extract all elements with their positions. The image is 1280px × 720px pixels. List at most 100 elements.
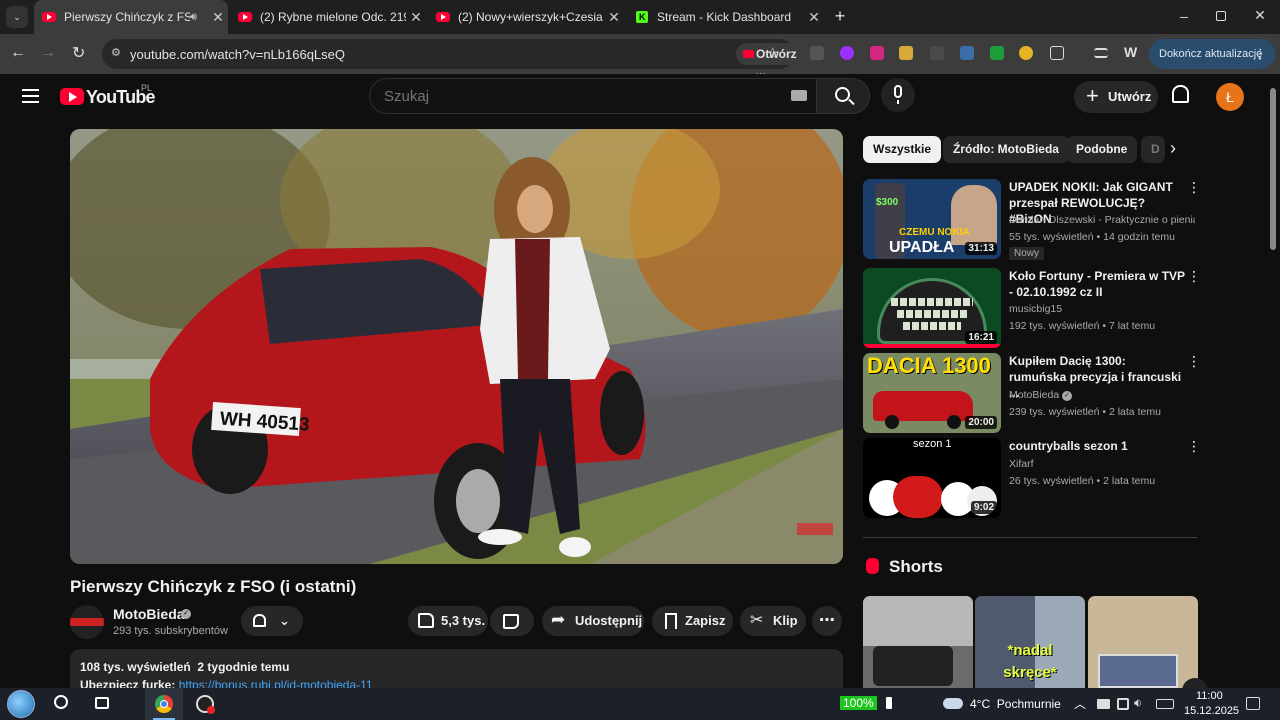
recommendation-channel[interactable]: musicbig15 — [1009, 303, 1195, 315]
recommendation-title[interactable]: Koło Fortuny - Premiera w TVP - 02.10.19… — [1009, 268, 1185, 300]
reload-icon[interactable]: ↻ — [72, 43, 85, 63]
task-view-icon[interactable] — [95, 697, 109, 709]
tab-kick-dashboard[interactable]: K Stream - Kick Dashboard ✕ — [628, 0, 824, 34]
recommendation-channel[interactable]: MotoBieda — [1009, 389, 1069, 401]
video-player[interactable]: WH 40513 — [70, 129, 843, 564]
site-info-icon[interactable]: ⚙ — [111, 46, 121, 59]
maximize-window-button[interactable] — [1216, 11, 1226, 21]
extension-shield-icon[interactable] — [870, 46, 884, 60]
dislike-button[interactable] — [490, 606, 534, 636]
chip-all[interactable]: Wszystkie — [863, 136, 942, 163]
chrome-taskbar-icon[interactable] — [145, 688, 183, 720]
short-thumbnail[interactable] — [863, 596, 973, 688]
short-thumbnail[interactable] — [1088, 596, 1198, 688]
video-thumbnail[interactable]: 16:21 — [863, 268, 1001, 348]
url-text[interactable]: youtube.com/watch?v=nLb166qLseQ — [130, 47, 345, 62]
keyboard-tray-icon[interactable] — [1156, 699, 1174, 709]
video-thumbnail[interactable]: DACIA 1300 20:00 — [863, 353, 1001, 433]
tab-rybne-mielone[interactable]: (2) Rybne mielone Odc. 219 #s ✕ — [230, 0, 426, 34]
extension-radiation-icon[interactable] — [810, 46, 824, 60]
recommendation-channel[interactable]: Xifarf — [1009, 458, 1195, 470]
chip-more[interactable]: D — [1141, 136, 1165, 163]
notifications-bell-icon[interactable] — [1172, 85, 1189, 103]
short-thumbnail[interactable]: *nadal skręce* — [975, 596, 1085, 688]
description-link[interactable]: https://bonus.rubi.pl/id-motobieda-11 — [179, 678, 373, 688]
keyboard-icon[interactable] — [791, 90, 807, 101]
close-tab-icon[interactable]: ✕ — [406, 9, 426, 26]
save-button[interactable]: Zapisz — [652, 606, 733, 636]
channel-name[interactable]: MotoBieda — [113, 606, 185, 622]
tab-nowy-wierszyk[interactable]: (2) Nowy+wierszyk+Czesia xvid ✕ — [428, 0, 624, 34]
avatar[interactable]: Ł — [1216, 83, 1244, 111]
recommendation-item[interactable]: DACIA 1300 20:00 Kupiłem Dacię 1300: rum… — [863, 353, 1201, 433]
create-button[interactable]: + Utwórz — [1074, 81, 1158, 113]
chip-related[interactable]: Podobne — [1066, 136, 1138, 163]
like-button[interactable]: 5,3 tys. — [408, 606, 488, 636]
description-box[interactable]: 108 tys. wyświetleń 2 tygodnie temu Ubez… — [70, 649, 843, 688]
tab-search-button[interactable]: ⌄ — [6, 6, 28, 28]
battery-indicator[interactable]: 100% — [840, 696, 877, 710]
forward-arrow-icon[interactable]: → — [40, 44, 56, 62]
app-taskbar-icon[interactable] — [196, 695, 215, 714]
folder-tray-icon[interactable] — [1097, 699, 1110, 709]
search-input[interactable] — [384, 88, 764, 105]
recommendation-meta: 192 tys. wyświetleń • 7 lat temu — [1009, 320, 1156, 332]
recommendation-item[interactable]: 16:21 Koło Fortuny - Premiera w TVP - 02… — [863, 268, 1201, 348]
extension-download-icon[interactable] — [840, 46, 854, 60]
video-thumbnail[interactable]: $300 CZEMU NOKIA UPADŁA 31:13 — [863, 179, 1001, 259]
search-icon[interactable] — [54, 695, 68, 709]
extension-arrow-down-icon[interactable] — [960, 46, 974, 60]
channel-avatar[interactable] — [70, 605, 104, 639]
video-thumbnail[interactable]: sezon 1 9:02 — [863, 438, 1001, 518]
chevron-up-icon[interactable]: ︿ — [1074, 695, 1086, 712]
thumbnail-caption-large: UPADŁA — [889, 239, 955, 256]
minimize-window-button[interactable]: – — [1176, 8, 1192, 24]
close-window-button[interactable]: ✕ — [1252, 7, 1268, 23]
extension-folder-icon[interactable] — [899, 46, 913, 60]
clock-date[interactable]: 15.12.2025 — [1184, 705, 1239, 717]
extension-green-icon[interactable] — [990, 46, 1004, 60]
cloud-weather-icon[interactable] — [943, 698, 963, 709]
network-tray-icon[interactable] — [1117, 698, 1129, 710]
extensions-puzzle-icon[interactable] — [1050, 46, 1064, 60]
extension-color-icon[interactable] — [1019, 46, 1033, 60]
more-vert-icon[interactable]: ⋮ — [1187, 268, 1201, 285]
recommendation-channel[interactable]: Damian Olszewski - Praktycznie o pienią.… — [1009, 214, 1195, 226]
plus-icon: + — [1086, 83, 1099, 108]
tab-pierwszy-chinczyk[interactable]: Pierwszy Chińczyk z FSO (i o 🔊︎ ✕ — [34, 0, 228, 34]
recommendation-item[interactable]: $300 CZEMU NOKIA UPADŁA 31:13 UPADEK NOK… — [863, 179, 1201, 260]
chevron-right-icon[interactable]: › — [1170, 138, 1176, 159]
finish-update-button[interactable]: Dokończ aktualizację ⋮ — [1149, 39, 1275, 69]
recommendation-item[interactable]: sezon 1 9:02 countryballs sezon 1 Xifarf… — [863, 438, 1201, 518]
close-tab-icon[interactable]: ✕ — [604, 9, 624, 26]
close-tab-icon[interactable]: ✕ — [208, 9, 228, 26]
more-actions-button[interactable]: ⋯ — [812, 606, 842, 636]
weather-text[interactable]: 4°C Pochmurnie — [970, 697, 1061, 711]
chip-source-motobieda[interactable]: Źródło: MotoBieda — [943, 136, 1069, 163]
search-box — [369, 78, 817, 114]
search-button[interactable] — [816, 78, 870, 114]
new-tab-button[interactable]: + — [830, 6, 850, 26]
hamburger-menu-icon[interactable] — [22, 89, 39, 103]
voice-search-button[interactable] — [881, 78, 915, 112]
bookmark-star-icon[interactable]: ☆ — [766, 44, 779, 62]
media-control-icon[interactable] — [1094, 48, 1108, 58]
close-tab-icon[interactable]: ✕ — [804, 9, 824, 26]
page-scrollbar[interactable] — [1270, 88, 1276, 250]
back-arrow-icon[interactable]: ← — [10, 44, 26, 62]
subscribed-notifications-button[interactable]: ⌄ — [241, 606, 303, 636]
recommendation-title[interactable]: countryballs sezon 1 — [1009, 438, 1185, 454]
address-bar[interactable]: ⚙ youtube.com/watch?v=nLb166qLseQ Otwórz… — [102, 39, 814, 105]
profile-w-icon[interactable]: W — [1124, 44, 1137, 60]
clock-time[interactable]: 11:00 — [1196, 690, 1223, 702]
more-vert-icon[interactable]: ⋮ — [1187, 438, 1201, 455]
start-globe-icon[interactable] — [7, 690, 35, 718]
more-vert-icon[interactable]: ⋮ — [1187, 179, 1201, 196]
extension-box-icon[interactable] — [930, 46, 944, 60]
verified-check-icon: ✓ — [1062, 391, 1072, 401]
share-button[interactable]: ➦ Udostępnij — [542, 606, 644, 636]
volume-icon[interactable]: 🔉︎ — [1134, 695, 1142, 711]
clip-button[interactable]: ✂ Klip — [740, 606, 806, 636]
notifications-icon[interactable] — [1246, 697, 1260, 710]
more-vert-icon[interactable]: ⋮ — [1187, 353, 1201, 370]
